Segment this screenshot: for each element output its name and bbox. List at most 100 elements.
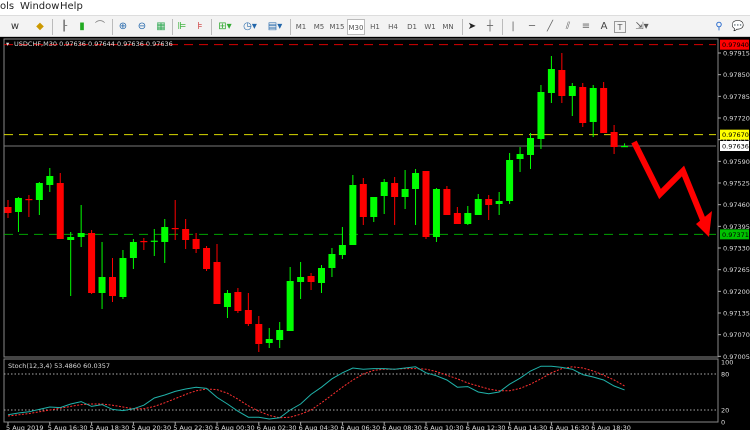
chart-window[interactable]: 0.97915 0.97850 0.97785 0.97720 0.97655 0.975…	[0, 37, 750, 430]
bear-candle	[485, 199, 493, 205]
vertical-line-icon[interactable]: |	[508, 19, 518, 35]
bear-candle	[4, 207, 12, 213]
indicators-icon[interactable]: ⊞▾	[215, 19, 235, 35]
bull-candle	[150, 240, 158, 242]
candlestick-chart-icon[interactable]: ▮	[75, 19, 89, 35]
timeframe-w1[interactable]: W1	[421, 19, 439, 35]
timeframe-h1[interactable]: H1	[366, 19, 384, 35]
bull-candle	[129, 242, 137, 258]
periods-icon[interactable]: ◷▾	[240, 19, 260, 35]
menu-bar: ols Window Help _ ▫ ×	[0, 0, 750, 15]
bear-candle	[109, 277, 116, 296]
stoch-level-label: 80	[721, 371, 729, 379]
bull-candle	[14, 198, 22, 212]
timeframe-m1[interactable]: M1	[292, 19, 310, 35]
price-label: 0.97135	[723, 310, 750, 318]
bull-candle	[380, 182, 388, 196]
bull-candle	[338, 245, 346, 255]
menu-help[interactable]: Help	[60, 1, 83, 12]
price-label: 0.97720	[723, 115, 750, 123]
time-label: 6 Aug 10:30	[424, 424, 464, 430]
menu-tools[interactable]: ols	[0, 1, 14, 12]
bear-candle	[56, 183, 64, 239]
bear-candle	[182, 229, 190, 240]
price-label: 0.97200	[723, 288, 750, 296]
timeframe-m5[interactable]: M5	[310, 19, 328, 35]
search-icon[interactable]: ⚲	[712, 19, 726, 35]
bull-candle	[77, 233, 85, 237]
trendline-icon[interactable]: ╱	[544, 19, 556, 35]
fibonacci-icon[interactable]: ≡	[579, 19, 593, 35]
bear-candle	[610, 132, 618, 147]
chart-menu-icon: ▾	[6, 40, 10, 48]
stoch-level-label: 0	[721, 419, 725, 427]
bull-candle	[547, 69, 555, 93]
stoch-label: Stoch(12,3,4) 53.4860 60.0357	[8, 362, 110, 370]
line-chart-icon[interactable]: ⌒	[93, 19, 107, 35]
zoom-in-icon[interactable]: ⊕	[116, 19, 130, 35]
menu-window[interactable]: Window	[20, 1, 59, 12]
bull-candle	[621, 146, 629, 148]
time-label: 5 Aug 18:30	[90, 424, 130, 430]
bull-candle	[35, 183, 43, 200]
timeframe-m30[interactable]: M30	[347, 19, 365, 35]
bull-candle	[276, 330, 284, 340]
bear-candle	[255, 324, 263, 344]
price-label: 0.97460	[723, 201, 750, 209]
bear-candle	[453, 213, 461, 224]
bull-candle	[495, 201, 503, 204]
chart-shift-icon[interactable]: ⊧	[193, 19, 207, 35]
cursor-icon[interactable]: ➤	[466, 19, 478, 35]
crosshair-icon[interactable]: ┼	[484, 19, 496, 35]
bear-candle	[600, 88, 608, 133]
bear-candle	[192, 239, 200, 249]
horizontal-line-icon[interactable]: ─	[526, 19, 538, 35]
new-order-button[interactable]: w Order	[0, 19, 30, 48]
time-label: 5 Aug 20:30	[131, 424, 171, 430]
arrows-menu-icon[interactable]: ⇲▾	[632, 19, 652, 35]
timeframe-h4[interactable]: H4	[384, 19, 402, 35]
time-label: 6 Aug 14:30	[508, 424, 548, 430]
bull-candle	[537, 92, 545, 139]
bear-candle	[579, 87, 587, 123]
bear-candle	[140, 241, 148, 243]
bull-candle	[589, 88, 597, 122]
chart-canvas[interactable]: 0.979150.978500.977850.977200.976550.975…	[0, 37, 750, 430]
bull-candle	[516, 154, 524, 159]
price-label: 0.97590	[723, 158, 750, 166]
bull-candle	[506, 160, 514, 201]
timeframe-m15[interactable]: M15	[328, 19, 346, 35]
price-label: 0.97785	[723, 93, 750, 101]
chart-title: USDCHF,M30 0.97636 0.97644 0.97636 0.976…	[14, 40, 173, 48]
time-label: 5 Aug 16:30	[48, 424, 88, 430]
zoom-out-icon[interactable]: ⊖	[135, 19, 149, 35]
bear-candle	[244, 310, 252, 324]
chat-icon[interactable]: 💬	[730, 19, 746, 35]
timeframe-mn[interactable]: MN	[439, 19, 457, 35]
bear-candle	[234, 292, 242, 311]
bull-candle	[474, 199, 482, 215]
text-label-tool-icon[interactable]: T	[614, 21, 626, 33]
bull-candle	[568, 86, 576, 96]
bull-candle	[265, 339, 273, 343]
bear-candle	[307, 276, 315, 282]
autoscroll-icon[interactable]: ⊫	[175, 19, 189, 35]
templates-icon[interactable]: ▤▾	[265, 19, 285, 35]
bar-chart-icon[interactable]: ┠	[57, 19, 71, 35]
time-label: 5 Aug 22:30	[173, 424, 213, 430]
channel-icon[interactable]: ⫽	[561, 19, 575, 35]
toolbar: w Order ◆ ┠ ▮ ⌒ ⊕ ⊖ ▦ ⊫ ⊧ ⊞▾ ◷▾ ▤▾ M1 M5…	[0, 15, 750, 48]
metaeditor-icon[interactable]: ◆	[33, 19, 47, 35]
bull-candle	[464, 213, 472, 224]
stoch-level-label: 100	[721, 359, 733, 367]
bull-candle	[98, 277, 106, 293]
bull-candle	[161, 227, 169, 242]
price-label: 0.97265	[723, 266, 750, 274]
tile-windows-icon[interactable]: ▦	[154, 19, 168, 35]
timeframe-d1[interactable]: D1	[403, 19, 421, 35]
bull-candle	[119, 258, 127, 297]
bear-candle	[213, 262, 221, 304]
down-arrow-shaft	[631, 140, 708, 227]
text-tool-icon[interactable]: A	[598, 19, 610, 35]
time-label: 6 Aug 02:30	[257, 424, 297, 430]
